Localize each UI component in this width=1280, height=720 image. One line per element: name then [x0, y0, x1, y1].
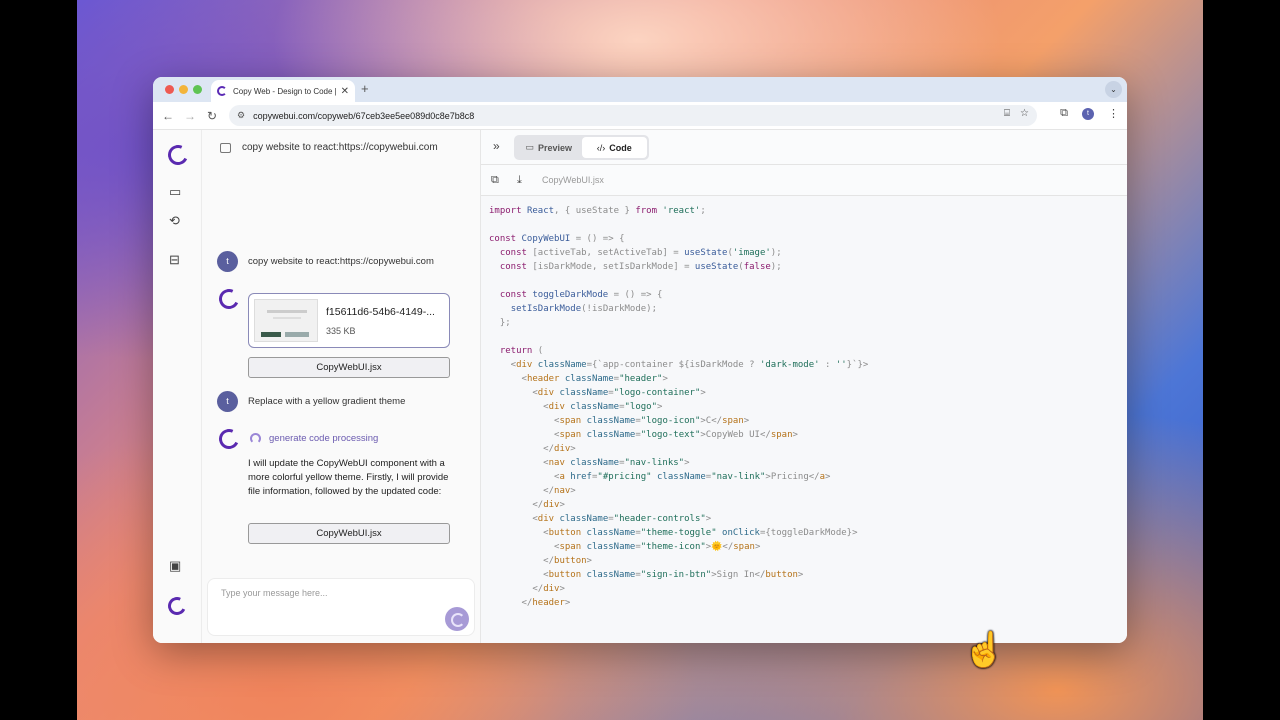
browser-window: Copy Web - Design to Code | ✕ + ⌄ ← → ↻ …: [153, 77, 1127, 643]
url-text: copywebui.com/copyweb/67ceb3ee5ee089d0c8…: [253, 110, 475, 121]
download-icon[interactable]: ⤓: [517, 174, 522, 187]
left-rail: ▭ ⟲ ⊟ ▣: [153, 130, 202, 643]
app-logo-icon[interactable]: [165, 142, 191, 168]
file-name: f15611d6-54b6-4149-...: [326, 305, 435, 318]
copy-icon[interactable]: ⧉: [491, 174, 499, 187]
favicon-icon: [217, 86, 227, 96]
tab-close-icon[interactable]: ✕: [341, 86, 349, 97]
url-field[interactable]: ⚙ copywebui.com/copyweb/67ceb3ee5ee089d0…: [229, 105, 1037, 126]
tab-code[interactable]: ‹/› Code: [581, 137, 647, 158]
spinner-icon: [250, 433, 261, 444]
tab-title: Copy Web - Design to Code |: [233, 86, 337, 96]
tab-strip: Copy Web - Design to Code | ✕ + ⌄: [153, 77, 1127, 102]
bookmark-star-icon[interactable]: ☆: [1020, 108, 1029, 119]
message-composer[interactable]: Type your message here...: [207, 578, 475, 636]
preview-icon: ▭: [525, 142, 534, 152]
footer-logo-icon[interactable]: [165, 594, 189, 618]
app-body: ▭ ⟲ ⊟ ▣ copy website to react:https://co…: [153, 130, 1127, 643]
browser-menu-icon[interactable]: ⋮: [1108, 107, 1119, 120]
sidebar-toggle-icon[interactable]: ▣: [169, 558, 181, 574]
user-message: t copy website to react:https://copywebu…: [217, 251, 434, 272]
chat-title: copy website to react:https://copywebui.…: [242, 142, 438, 153]
extensions-icon[interactable]: ⧉: [1060, 107, 1068, 120]
code-file-button[interactable]: CopyWebUI.jsx: [248, 357, 450, 378]
message-input-placeholder: Type your message here...: [221, 588, 328, 598]
history-icon[interactable]: ⟲: [169, 213, 180, 229]
view-toolbar: » ▭ Preview ‹/› Code: [481, 130, 1127, 165]
file-thumbnail: [254, 299, 318, 342]
user-message: t Replace with a yellow gradient theme: [217, 391, 405, 412]
close-window-button[interactable]: [165, 85, 174, 94]
code-panel: » ▭ Preview ‹/› Code ⧉ ⤓ CopyWebUI.jsx i…: [481, 130, 1127, 643]
file-size: 335 KB: [326, 325, 356, 336]
docs-book-icon[interactable]: ⊟: [169, 252, 180, 268]
address-bar: ← → ↻ ⚙ copywebui.com/copyweb/67ceb3ee5e…: [153, 102, 1127, 130]
user-avatar: t: [217, 251, 238, 272]
new-tab-button[interactable]: +: [361, 81, 369, 96]
user-message-text: copy website to react:https://copywebui.…: [248, 256, 434, 267]
send-button[interactable]: [445, 607, 469, 631]
code-filename: CopyWebUI.jsx: [542, 175, 604, 185]
user-message-text: Replace with a yellow gradient theme: [248, 396, 406, 407]
tab-preview[interactable]: ▭ Preview: [516, 137, 582, 158]
bot-message-text: I will update the CopyWebUI component wi…: [248, 458, 449, 497]
browser-tab[interactable]: Copy Web - Design to Code | ✕: [211, 80, 355, 102]
minimize-window-button[interactable]: [179, 85, 188, 94]
tab-search-icon[interactable]: ⌄: [1105, 81, 1122, 98]
site-settings-icon[interactable]: ⚙: [237, 110, 245, 121]
maximize-window-button[interactable]: [193, 85, 202, 94]
bot-avatar-icon: [216, 286, 242, 312]
file-attachment-card[interactable]: f15611d6-54b6-4149-... 335 KB: [248, 293, 450, 348]
forward-icon[interactable]: →: [179, 109, 201, 123]
processing-text: generate code processing: [269, 433, 379, 444]
code-file-button[interactable]: CopyWebUI.jsx: [248, 523, 450, 544]
code-icon: ‹/›: [596, 142, 606, 153]
chat-panel: copy website to react:https://copywebui.…: [202, 130, 481, 643]
profile-avatar[interactable]: t: [1082, 107, 1094, 120]
view-switcher: ▭ Preview ‹/› Code: [514, 135, 649, 160]
chat-icon[interactable]: ▭: [169, 184, 181, 200]
chat-header: copy website to react:https://copywebui.…: [220, 142, 438, 153]
translate-icon[interactable]: ⌸: [1004, 108, 1010, 119]
toggle-sidebar-icon[interactable]: [220, 142, 231, 153]
bot-avatar-icon: [216, 426, 242, 452]
file-toolbar: ⧉ ⤓ CopyWebUI.jsx: [481, 165, 1127, 196]
hand-cursor-icon: ☝: [963, 631, 1006, 669]
code-editor[interactable]: import React, { useState } from 'react';…: [489, 204, 868, 610]
back-icon[interactable]: ←: [157, 109, 179, 123]
user-avatar: t: [217, 391, 238, 412]
expand-panel-icon[interactable]: »: [493, 139, 500, 153]
reload-icon[interactable]: ↻: [201, 109, 223, 123]
processing-status: generate code processing: [250, 433, 378, 444]
